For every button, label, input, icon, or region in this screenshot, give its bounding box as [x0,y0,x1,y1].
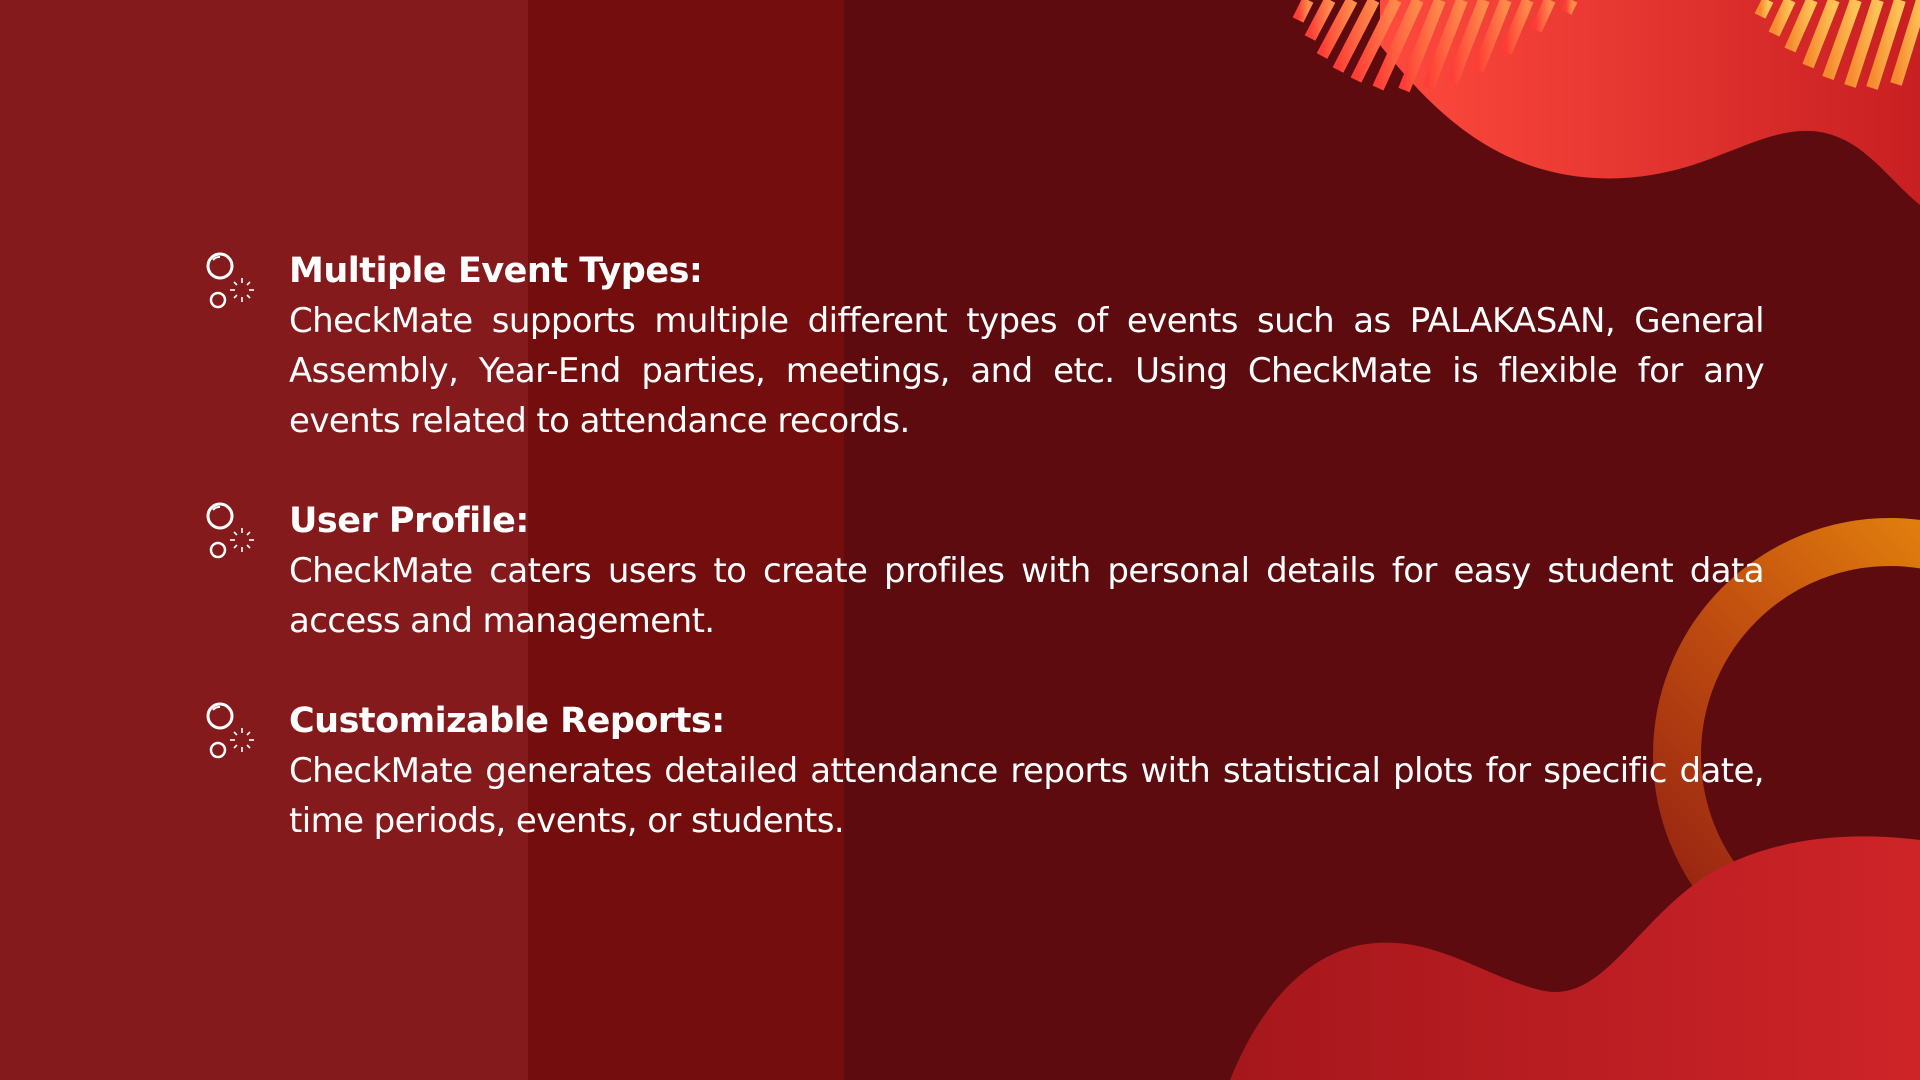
feature-title: Customizable Reports: [289,701,725,741]
feature-description: CheckMate generates detailed attendance … [289,751,1765,841]
slide: Multiple Event Types: CheckMate supports… [0,0,1920,1080]
bubbles-icon [206,252,254,309]
feature-description: CheckMate caters users to create profile… [289,551,1765,641]
feature-description: CheckMate supports multiple different ty… [289,301,1765,441]
feature-title: User Profile: [289,501,529,541]
bubbles-icon [206,502,254,559]
bubbles-icon [206,702,254,759]
feature-customizable-reports: Customizable Reports: CheckMate generate… [204,696,1765,846]
feature-list: Multiple Event Types: CheckMate supports… [204,246,1765,846]
feature-user-profile: User Profile: CheckMate caters users to … [204,496,1765,646]
feature-multiple-event-types: Multiple Event Types: CheckMate supports… [204,246,1765,446]
feature-title: Multiple Event Types: [289,251,703,291]
